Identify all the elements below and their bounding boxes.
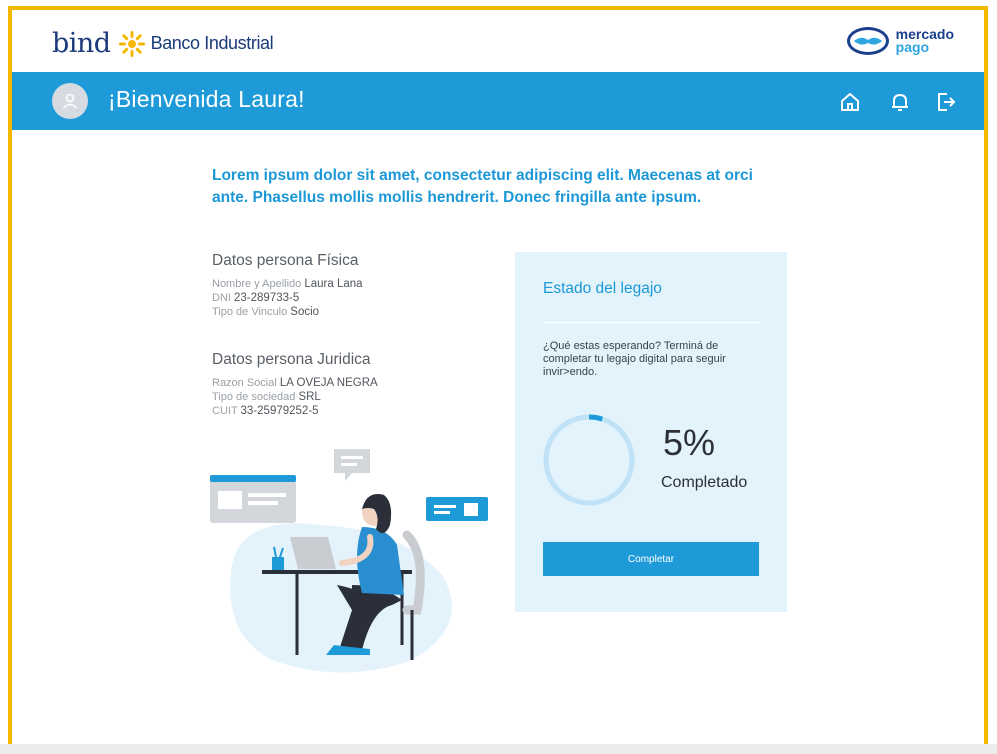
field-value: SRL <box>298 391 321 403</box>
user-icon <box>62 93 78 109</box>
avatar[interactable] <box>52 83 88 119</box>
field-label: Tipo de sociedad <box>212 391 296 403</box>
home-icon[interactable] <box>838 90 862 114</box>
mp-line-2: pago <box>895 39 930 55</box>
woman-at-laptop-illustration <box>210 449 488 673</box>
sun-logo-icon <box>118 30 145 57</box>
progress-percent: 5% <box>663 422 716 463</box>
field-label: Nombre y Apellido <box>212 278 302 290</box>
field-label: Razon Social <box>212 377 277 389</box>
persona-fisica-title: Datos persona Física <box>212 252 359 269</box>
field-dni: DNI 23-289733-5 <box>212 292 299 305</box>
welcome-title: ¡Bienvenida Laura! <box>108 86 305 112</box>
status-card-title: Estado del legajo <box>543 280 662 297</box>
field-label: CUIT <box>212 405 238 417</box>
bottom-bar <box>0 744 997 754</box>
progress-label: Completado <box>661 474 748 491</box>
bank-name: Banco Industrial <box>150 33 274 53</box>
logout-icon[interactable] <box>934 90 958 114</box>
field-value: Socio <box>290 306 320 318</box>
top-header: bind Banco Industrial mercado pago <box>12 10 984 72</box>
complete-button[interactable]: Completar <box>543 542 759 576</box>
divider <box>543 322 761 323</box>
field-cuit: CUIT 33-25979252-5 <box>212 405 319 418</box>
bank-brand: bind <box>52 28 111 59</box>
field-value: 33-25979252-5 <box>240 405 319 417</box>
progress-ring <box>543 414 635 506</box>
field-label: Tipo de Vinculo <box>212 306 288 318</box>
field-label: DNI <box>212 292 231 304</box>
field-nombre: Nombre y Apellido Laura Lana <box>212 278 363 291</box>
welcome-banner: ¡Bienvenida Laura! <box>12 72 984 130</box>
field-value: LA OVEJA NEGRA <box>279 377 378 389</box>
field-razon-social: Razon Social LA OVEJA NEGRA <box>212 377 378 390</box>
status-message: ¿Qué estas esperando? Terminá de complet… <box>543 340 726 378</box>
bell-icon[interactable] <box>888 90 912 114</box>
persona-juridica-title: Datos persona Juridica <box>212 351 371 368</box>
field-vinculo: Tipo de Vinculo Socio <box>212 306 319 319</box>
mercado-pago-logo: mercado pago <box>846 26 954 56</box>
status-card: Estado del legajo ¿Qué estas esperando? … <box>515 252 787 612</box>
intro-text: Lorem ipsum dolor sit amet, consectetur … <box>212 167 753 206</box>
field-tipo-sociedad: Tipo de sociedad SRL <box>212 391 321 404</box>
app-frame: bind Banco Industrial mercado pago ¡Bien… <box>8 6 988 754</box>
handshake-logo-icon <box>846 27 889 55</box>
field-value: 23-289733-5 <box>234 292 300 304</box>
bank-logo[interactable]: bind Banco Industrial <box>52 28 274 59</box>
field-value: Laura Lana <box>304 278 363 290</box>
